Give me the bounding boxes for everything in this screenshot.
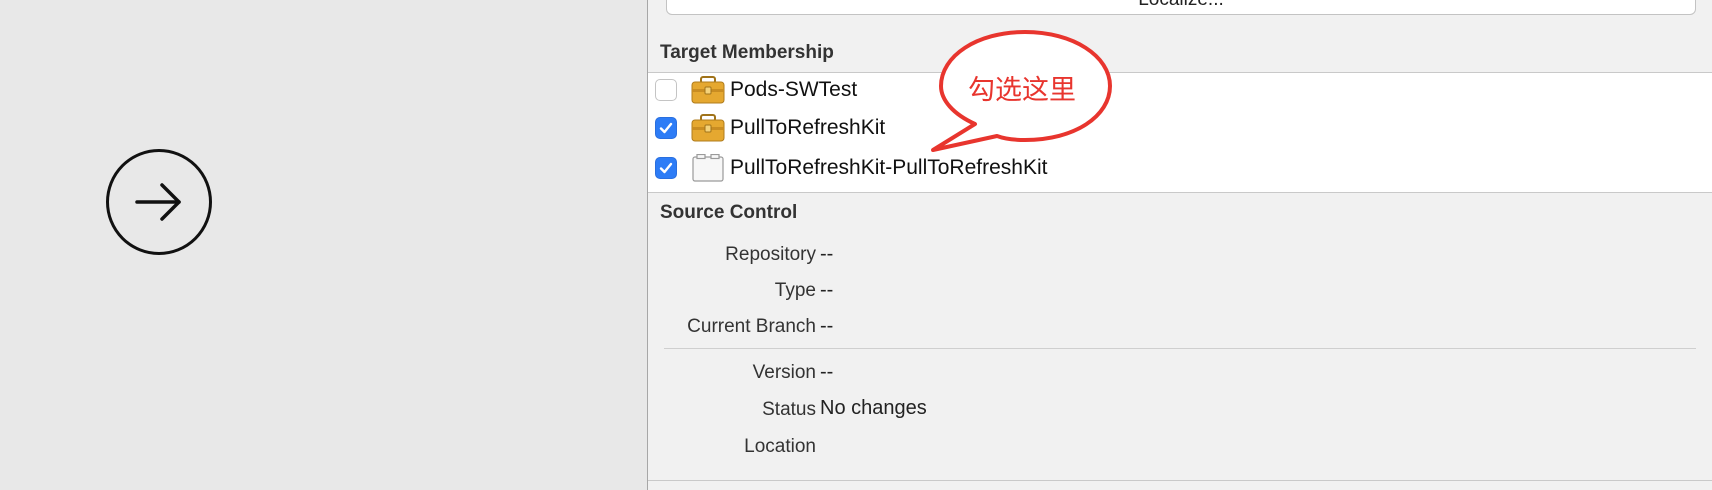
repository-label: Repository <box>725 244 816 265</box>
target-membership-header: Target Membership <box>660 42 834 63</box>
divider <box>648 480 1712 481</box>
version-value: -- <box>820 361 834 383</box>
target-row[interactable]: Pods-SWTest <box>648 73 857 107</box>
localize-button[interactable]: Localize... <box>666 0 1696 15</box>
version-label: Version <box>752 362 816 383</box>
current-branch-value: -- <box>820 315 834 337</box>
source-control-header: Source Control <box>660 202 798 223</box>
checkbox-checked[interactable] <box>655 157 677 179</box>
checkbox-unchecked[interactable] <box>655 79 677 101</box>
left-pane <box>0 0 647 490</box>
current-branch-label: Current Branch <box>687 316 816 337</box>
file-inspector: Localize... Target Membership Pods-SWTes… <box>647 0 1712 490</box>
type-value: -- <box>820 279 834 301</box>
bundle-icon <box>691 154 725 182</box>
target-label: Pods-SWTest <box>730 78 858 101</box>
location-label: Location <box>744 436 816 457</box>
annotation-text: 勾选这里 <box>968 75 1076 106</box>
arrow-right-icon <box>135 183 181 221</box>
target-label: PullToRefreshKit-PullToRefreshKit <box>730 156 1048 179</box>
checkbox-checked[interactable] <box>655 117 677 139</box>
type-label: Type <box>774 280 816 301</box>
target-membership-list: Pods-SWTest PullToRefreshKit PullToRefre… <box>648 73 1712 192</box>
target-row[interactable]: PullToRefreshKit <box>648 111 885 145</box>
status-value: No changes <box>820 397 927 419</box>
checkmark-icon <box>659 162 673 174</box>
repository-value: -- <box>820 243 834 265</box>
toolbox-icon <box>691 114 725 142</box>
toolbox-icon <box>691 76 725 104</box>
arrow-right-circle-button[interactable] <box>106 149 212 255</box>
target-label: PullToRefreshKit <box>730 116 886 139</box>
checkmark-icon <box>659 122 673 134</box>
divider <box>648 192 1712 193</box>
status-label: Status <box>762 399 816 420</box>
divider <box>664 348 1696 349</box>
